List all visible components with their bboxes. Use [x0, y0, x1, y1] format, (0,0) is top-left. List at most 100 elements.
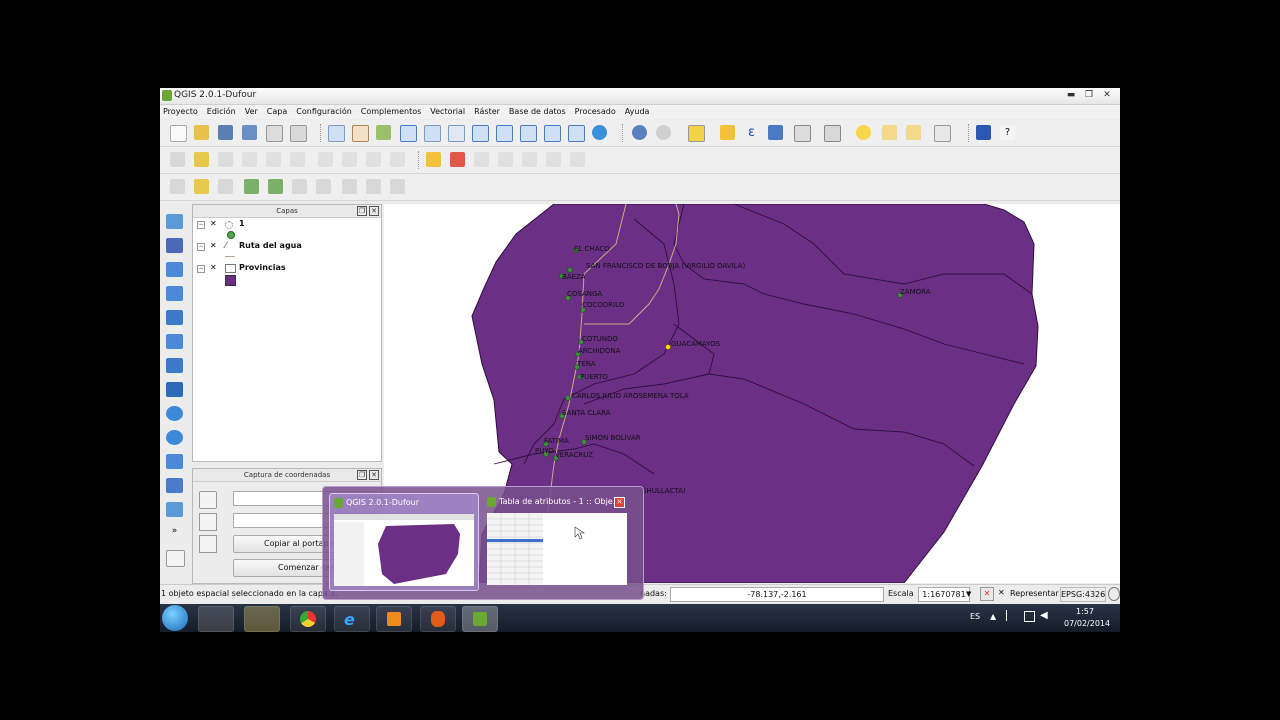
zoom-to-layer-icon[interactable] [520, 125, 537, 142]
clock-date[interactable]: 07/02/2014 [1064, 619, 1110, 628]
select-features-icon[interactable] [688, 125, 705, 142]
field-calculator-icon[interactable]: ε [744, 125, 759, 140]
save-as-icon[interactable] [242, 125, 257, 140]
layer-item-ruta-del-agua[interactable]: − ✕ ⁄ Ruta del agua [193, 240, 381, 262]
menu-complementos[interactable]: Complementos [361, 105, 421, 119]
layer-item-provincias[interactable]: − ✕ Provincias [193, 262, 381, 286]
taskbar-item-grass-icon[interactable] [420, 606, 456, 632]
touch-zoom-icon[interactable] [328, 125, 345, 142]
whats-this-icon[interactable]: ? [1000, 125, 1015, 140]
action-gear-icon[interactable] [656, 125, 671, 140]
add-part-icon[interactable] [268, 179, 283, 194]
node-tool-icon[interactable] [290, 152, 305, 167]
close-panel-icon[interactable]: ✕ [369, 470, 379, 480]
crs-target-icon[interactable] [199, 491, 217, 509]
add-feature-icon[interactable] [242, 152, 257, 167]
clock-time[interactable]: 1:57 [1076, 607, 1094, 616]
add-sqlanywhere-layer-icon[interactable] [166, 358, 183, 373]
save-edits-icon[interactable] [218, 152, 233, 167]
crs-globe-icon[interactable] [1108, 587, 1120, 601]
render-checkbox[interactable]: ✕ [998, 588, 1005, 597]
cut-features-icon[interactable] [342, 152, 357, 167]
delete-ring-icon[interactable] [292, 179, 307, 194]
open-project-icon[interactable] [194, 125, 209, 140]
delete-part-icon[interactable] [316, 179, 331, 194]
add-postgis-layer-icon[interactable] [166, 262, 183, 277]
split-features-icon[interactable] [390, 179, 405, 194]
map-tips-icon[interactable] [856, 125, 871, 140]
pan-to-selection-icon[interactable] [376, 125, 391, 140]
float-panel-icon[interactable]: ❐ [357, 206, 367, 216]
float-panel-icon[interactable]: ❐ [357, 470, 367, 480]
add-mssql-layer-icon[interactable] [166, 310, 183, 325]
layer-visibility-checkbox[interactable]: ✕ [210, 242, 218, 250]
menu-vectorial[interactable]: Vectorial [430, 105, 465, 119]
reshape-features-icon[interactable] [342, 179, 357, 194]
offset-curve-icon[interactable] [366, 179, 381, 194]
zoom-actual-size-icon[interactable] [448, 125, 465, 142]
taskbar-item-explorer-icon[interactable] [244, 606, 280, 632]
add-delimited-text-icon[interactable] [166, 454, 183, 469]
attribute-table-icon[interactable] [768, 125, 783, 140]
delete-selected-icon[interactable] [318, 152, 333, 167]
add-oracle-layer-icon[interactable] [166, 334, 183, 349]
crs-button[interactable]: EPSG:4326 [1060, 587, 1106, 602]
menu-capa[interactable]: Capa [267, 105, 287, 119]
grid-icon[interactable] [199, 513, 217, 531]
add-spatialite-layer-icon[interactable] [166, 286, 183, 301]
menu-base-de-datos[interactable]: Base de datos [509, 105, 566, 119]
paste-features-icon[interactable] [390, 152, 405, 167]
help-icon[interactable] [976, 125, 991, 140]
redo-icon[interactable] [194, 179, 209, 194]
taskbar-item-ie-icon[interactable]: e [334, 606, 370, 632]
volume-icon[interactable]: ◀ [1040, 610, 1048, 621]
new-bookmark-icon[interactable] [882, 125, 897, 140]
menu-proyecto[interactable]: Proyecto [163, 105, 198, 119]
add-wcs-layer-icon[interactable] [166, 406, 183, 421]
new-spatialite-icon[interactable] [166, 502, 183, 517]
zoom-full-icon[interactable] [472, 125, 489, 142]
new-print-composer-icon[interactable] [266, 125, 283, 142]
minimize-button[interactable]: ▬ [1064, 89, 1078, 101]
taskbar-item-chrome-icon[interactable] [290, 606, 326, 632]
layer-visibility-checkbox[interactable]: ✕ [210, 264, 218, 272]
expand-toolbar-chevron-icon[interactable]: » [166, 526, 183, 541]
add-vector-layer-icon[interactable] [166, 214, 183, 229]
show-bookmarks-icon[interactable] [906, 125, 921, 140]
collapse-icon[interactable]: − [197, 243, 205, 251]
pin-labels-icon[interactable] [474, 152, 489, 167]
label-tool-icon[interactable] [426, 152, 441, 167]
zoom-in-icon[interactable] [400, 125, 417, 142]
zoom-last-icon[interactable] [544, 125, 561, 142]
menu-configuracion[interactable]: Configuración [296, 105, 352, 119]
move-label-icon[interactable] [522, 152, 537, 167]
language-indicator[interactable]: ES [970, 612, 980, 621]
new-project-icon[interactable] [170, 125, 187, 142]
close-preview-icon[interactable]: ✕ [614, 497, 625, 508]
collapse-icon[interactable]: − [197, 221, 205, 229]
network-icon[interactable] [1024, 611, 1035, 622]
composer-manager-icon[interactable] [290, 125, 307, 142]
save-project-icon[interactable] [218, 125, 233, 140]
measure-line-icon[interactable] [824, 125, 841, 142]
menu-ver[interactable]: Ver [245, 105, 258, 119]
pan-hand-icon[interactable] [352, 125, 369, 142]
maximize-button[interactable]: ❐ [1082, 89, 1096, 101]
scale-combo[interactable]: 1:1670781 [918, 587, 970, 602]
layer-visibility-checkbox[interactable]: ✕ [210, 220, 218, 228]
add-ring-icon[interactable] [244, 179, 259, 194]
add-wfs-layer-icon[interactable] [166, 430, 183, 445]
taskbar-item-qgis-icon[interactable] [462, 606, 498, 632]
zoom-to-selection-icon[interactable] [496, 125, 513, 142]
undo-icon[interactable] [170, 179, 185, 194]
preview-qgis-main[interactable]: QGIS 2.0.1-Dufour [329, 493, 479, 591]
zoom-out-icon[interactable] [424, 125, 441, 142]
deselect-icon[interactable] [720, 125, 735, 140]
statistics-icon[interactable] [794, 125, 811, 142]
preview-attribute-table[interactable]: Tabla de atributos - 1 :: Obje... ✕ [483, 493, 631, 589]
refresh-icon[interactable] [592, 125, 607, 140]
text-annotation-icon[interactable] [934, 125, 951, 142]
taskbar-item-tools[interactable] [198, 606, 234, 632]
collapse-icon[interactable]: − [197, 265, 205, 273]
coordinate-field[interactable]: -78.137,-2.161 [670, 587, 884, 602]
